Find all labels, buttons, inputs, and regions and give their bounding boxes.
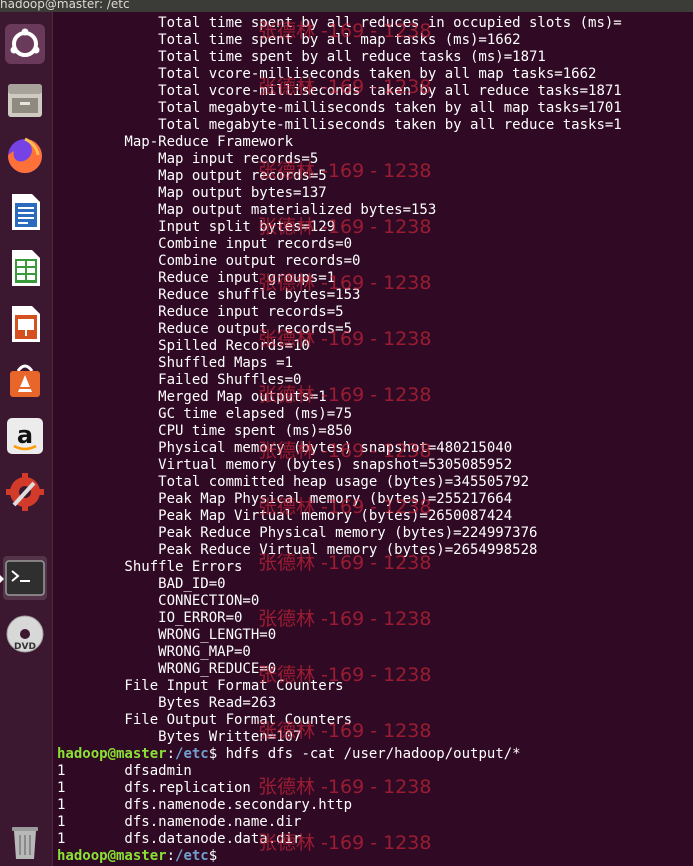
terminal-line: Map-Reduce Framework [57, 134, 294, 150]
launcher-item-files[interactable] [3, 78, 47, 122]
prompt-user: hadoop@master [57, 746, 167, 762]
libreoffice-impress-icon [12, 306, 40, 342]
terminal-line: Total megabyte-milliseconds taken by all… [57, 100, 622, 116]
terminal-line: Total megabyte-milliseconds taken by all… [57, 117, 622, 133]
terminal-line: Peak Reduce Virtual memory (bytes)=26549… [57, 542, 538, 558]
launcher-item-terminal[interactable] [0, 556, 47, 600]
launcher-item-calc[interactable] [3, 246, 47, 290]
output-line: 1 dfsadmin [57, 763, 192, 779]
terminal-line: GC time elapsed (ms)=75 [57, 406, 353, 422]
output-line: 1 dfs.namenode.secondary.http [57, 797, 353, 813]
prompt-path: /etc [175, 746, 209, 762]
output-line: 1 dfs.datanode.data.dir [57, 831, 302, 847]
terminal-line: Total time spent by all reduce tasks (ms… [57, 49, 546, 65]
prompt-symbol: $ [208, 848, 218, 864]
dvd-icon: DVD [6, 615, 44, 653]
terminal-line: Bytes Read=263 [57, 695, 277, 711]
terminal-line: Shuffle Errors [57, 559, 243, 575]
terminal-line: Reduce output records=5 [57, 321, 353, 337]
prompt-symbol: $ [208, 746, 226, 762]
output-line: 1 dfs.replication [57, 780, 251, 796]
launcher-item-settings[interactable] [3, 470, 47, 514]
terminal-line: Reduce input records=5 [57, 304, 344, 320]
terminal-line: WRONG_REDUCE=0 [57, 661, 277, 677]
svg-text:DVD: DVD [14, 642, 36, 652]
launcher-item-amazon[interactable]: a [3, 414, 47, 458]
window-title: hadoop@master: /etc [0, 0, 130, 11]
terminal-line: WRONG_LENGTH=0 [57, 627, 277, 643]
terminal-line: Failed Shuffles=0 [57, 372, 302, 388]
terminal-line: Peak Reduce Physical memory (bytes)=2249… [57, 525, 538, 541]
terminal-line: Total time spent by all reduces in occup… [57, 15, 622, 31]
terminal-line: Total vcore-milliseconds taken by all ma… [57, 66, 597, 82]
firefox-icon [8, 137, 42, 173]
terminal-line: Map output bytes=137 [57, 185, 327, 201]
system-settings-icon [6, 473, 44, 511]
terminal-line: Peak Map Physical memory (bytes)=2552176… [57, 491, 513, 507]
prompt-separator: : [166, 848, 176, 864]
launcher-item-dash[interactable] [3, 22, 47, 66]
terminal-line: Physical memory (bytes) snapshot=4802150… [57, 440, 513, 456]
prompt-separator: : [166, 746, 176, 762]
terminal-line: Combine input records=0 [57, 236, 353, 252]
terminal-line: Map output materialized bytes=153 [57, 202, 437, 218]
terminal-output[interactable]: Total time spent by all reduces in occup… [57, 12, 693, 866]
terminal-line: Total vcore-milliseconds taken by all re… [57, 83, 622, 99]
unity-launcher: a DVD [0, 12, 53, 866]
terminal-line: Peak Map Virtual memory (bytes)=26500874… [57, 508, 513, 524]
launcher-item-trash[interactable] [3, 818, 47, 862]
terminal-line: WRONG_MAP=0 [57, 644, 251, 660]
trash-icon [12, 827, 38, 859]
window-title-bar: hadoop@master: /etc [0, 0, 693, 12]
terminal-line: Map input records=5 [57, 151, 319, 167]
launcher-item-writer[interactable] [3, 190, 47, 234]
launcher-item-dvd[interactable]: DVD [3, 612, 47, 656]
svg-text:a: a [17, 421, 33, 449]
terminal-line: Total time spent by all map tasks (ms)=1… [57, 32, 521, 48]
prompt-path: /etc [175, 848, 209, 864]
output-line: 1 dfs.namenode.name.dir [57, 814, 302, 830]
terminal-line: BAD_ID=0 [57, 576, 226, 592]
terminal-line: Map output records=5 [57, 168, 327, 184]
amazon-icon: a [7, 418, 43, 454]
terminal-line: IO_ERROR=0 [57, 610, 243, 626]
terminal-icon [5, 560, 45, 596]
launcher-item-software[interactable] [3, 358, 47, 402]
running-indicator [0, 575, 4, 583]
command-text: hdfs dfs -cat /user/hadoop/output/* [225, 746, 521, 762]
terminal-line: File Input Format Counters [57, 678, 344, 694]
launcher-item-impress[interactable] [3, 302, 47, 346]
terminal-line: Shuffled Maps =1 [57, 355, 294, 371]
terminal-line: Merged Map outputs=1 [57, 389, 327, 405]
terminal-line: File Output Format Counters [57, 712, 353, 728]
ubuntu-software-icon [10, 364, 40, 397]
terminal-line: Combine output records=0 [57, 253, 361, 269]
prompt-user: hadoop@master [57, 848, 167, 864]
terminal-line: Bytes Written=107 [57, 729, 302, 745]
command-prompt: hadoop@master:/etc$ hdfs dfs -cat /user/… [57, 746, 521, 763]
terminal-line: Input split bytes=129 [57, 219, 336, 235]
terminal-line: Total committed heap usage (bytes)=34550… [57, 474, 530, 490]
terminal-line: Reduce input groups=1 [57, 270, 336, 286]
libreoffice-calc-icon [12, 250, 40, 286]
files-icon [8, 84, 42, 117]
command-prompt-current[interactable]: hadoop@master:/etc$ [57, 848, 217, 865]
terminal-line: Virtual memory (bytes) snapshot=53050859… [57, 457, 513, 473]
terminal-line: Spilled Records=10 [57, 338, 310, 354]
libreoffice-writer-icon [12, 194, 40, 230]
terminal-line: CONNECTION=0 [57, 593, 260, 609]
launcher-item-firefox[interactable] [3, 134, 47, 178]
terminal-line: Reduce shuffle bytes=153 [57, 287, 361, 303]
ubuntu-dash-icon [5, 24, 45, 64]
terminal-line: CPU time spent (ms)=850 [57, 423, 353, 439]
